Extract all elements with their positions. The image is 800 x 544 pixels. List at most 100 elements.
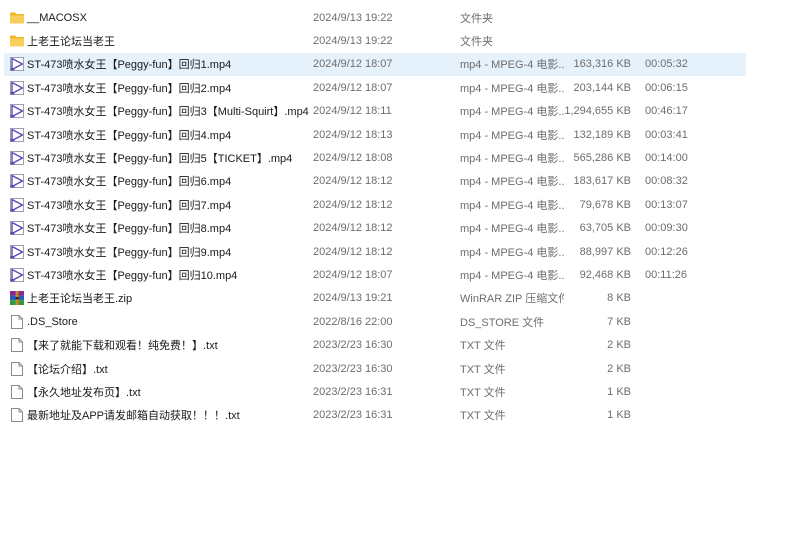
file-name: 【永久地址发布页】.txt bbox=[27, 386, 141, 399]
file-duration: 00:12:26 bbox=[645, 245, 688, 258]
file-row[interactable]: 【论坛介绍】.txt 2023/2/23 16:30 TXT 文件 2 KB bbox=[4, 357, 746, 380]
file-row[interactable]: 【来了就能下载和观看！纯免费！】.txt 2023/2/23 16:30 TXT 文… bbox=[4, 333, 746, 356]
file-row[interactable]: ST-473喷水女王【Peggy-fun】回归10.mp4 2024/9/12 1… bbox=[4, 263, 746, 286]
file-duration: 00:03:41 bbox=[645, 128, 688, 141]
file-size: 565,286 KB bbox=[573, 152, 632, 165]
video-file-icon bbox=[9, 173, 25, 189]
video-file-icon bbox=[9, 197, 25, 213]
video-file-icon bbox=[9, 220, 25, 236]
file-size: 2 KB bbox=[607, 362, 631, 375]
file-row[interactable]: ST-473喷水女王【Peggy-fun】回归2.mp4 2024/9/12 18… bbox=[4, 76, 746, 99]
file-size: 132,189 KB bbox=[573, 128, 632, 141]
video-file-icon bbox=[9, 103, 25, 119]
file-row[interactable]: 【永久地址发布页】.txt 2023/2/23 16:31 TXT 文件 1 KB bbox=[4, 380, 746, 403]
file-size: 63,705 KB bbox=[579, 222, 631, 235]
file-date-modified: 2024/9/13 19:21 bbox=[313, 292, 393, 305]
file-type: TXT 文件 bbox=[460, 410, 506, 423]
document-file-icon bbox=[9, 361, 25, 377]
file-size: 7 KB bbox=[607, 315, 631, 328]
video-file-icon bbox=[9, 127, 25, 143]
file-type: 文件夹 bbox=[460, 12, 493, 25]
file-row[interactable]: 上老王论坛当老王 2024/9/13 19:22 文件夹 bbox=[4, 29, 746, 52]
file-date-modified: 2023/2/23 16:30 bbox=[313, 362, 393, 375]
video-file-icon bbox=[9, 56, 25, 72]
file-type: TXT 文件 bbox=[460, 363, 506, 376]
document-file-icon bbox=[9, 407, 25, 423]
file-size: 163,316 KB bbox=[573, 58, 632, 71]
file-date-modified: 2023/2/23 16:31 bbox=[313, 409, 393, 422]
file-size: 92,468 KB bbox=[579, 268, 631, 281]
file-row[interactable]: 最新地址及APP请发邮箱自动获取！！！.txt 2023/2/23 16:31 TX… bbox=[4, 404, 746, 427]
file-type: mp4 - MPEG-4 电影... bbox=[460, 269, 564, 282]
file-date-modified: 2024/9/12 18:12 bbox=[313, 198, 393, 211]
file-type: TXT 文件 bbox=[460, 386, 506, 399]
file-size: 1 KB bbox=[607, 409, 631, 422]
file-name: 上老王论坛当老王.zip bbox=[27, 293, 133, 306]
file-row[interactable]: ST-473喷水女王【Peggy-fun】回归4.mp4 2024/9/12 18… bbox=[4, 123, 746, 146]
file-type: DS_STORE 文件 bbox=[460, 316, 545, 329]
file-type: mp4 - MPEG-4 电影... bbox=[460, 82, 564, 95]
file-name: 【论坛介绍】.txt bbox=[27, 363, 108, 376]
file-type: mp4 - MPEG-4 电影... bbox=[460, 129, 564, 142]
file-type: mp4 - MPEG-4 电影... bbox=[460, 153, 564, 166]
file-type: WinRAR ZIP 压缩文件 bbox=[460, 293, 564, 306]
file-duration: 00:11:26 bbox=[645, 268, 688, 281]
file-size: 88,997 KB bbox=[579, 245, 631, 258]
file-duration: 00:09:30 bbox=[645, 222, 688, 235]
file-size: 2 KB bbox=[607, 339, 631, 352]
file-duration: 00:08:32 bbox=[645, 175, 688, 188]
file-size: 183,617 KB bbox=[573, 175, 632, 188]
file-size: 203,144 KB bbox=[573, 81, 632, 94]
file-row[interactable]: ST-473喷水女王【Peggy-fun】回归6.mp4 2024/9/12 18… bbox=[4, 170, 746, 193]
file-name: ST-473喷水女王【Peggy-fun】回归5【TICKET】.mp4 bbox=[27, 153, 293, 166]
file-type: mp4 - MPEG-4 电影... bbox=[460, 176, 564, 189]
file-row[interactable]: ST-473喷水女王【Peggy-fun】回归8.mp4 2024/9/12 18… bbox=[4, 217, 746, 240]
file-type: mp4 - MPEG-4 电影... bbox=[460, 246, 564, 259]
document-file-icon bbox=[9, 337, 25, 353]
video-file-icon bbox=[9, 267, 25, 283]
file-name: __MACOSX bbox=[27, 11, 87, 24]
file-row[interactable]: ST-473喷水女王【Peggy-fun】回归3【Multi-Squirt】.m… bbox=[4, 100, 746, 123]
file-date-modified: 2024/9/12 18:12 bbox=[313, 175, 393, 188]
file-row[interactable]: ST-473喷水女王【Peggy-fun】回归7.mp4 2024/9/12 18… bbox=[4, 193, 746, 216]
file-date-modified: 2024/9/12 18:12 bbox=[313, 245, 393, 258]
file-name: 最新地址及APP请发邮箱自动获取！！！.txt bbox=[27, 410, 240, 423]
file-date-modified: 2022/8/16 22:00 bbox=[313, 315, 393, 328]
file-type: mp4 - MPEG-4 电影... bbox=[460, 223, 564, 236]
file-duration: 00:13:07 bbox=[645, 198, 688, 211]
file-size: 79,678 KB bbox=[579, 198, 631, 211]
file-name: ST-473喷水女王【Peggy-fun】回归9.mp4 bbox=[27, 246, 232, 259]
document-file-icon bbox=[9, 314, 25, 330]
file-row[interactable]: __MACOSX 2024/9/13 19:22 文件夹 bbox=[4, 6, 746, 29]
file-date-modified: 2024/9/12 18:13 bbox=[313, 128, 393, 141]
file-type: mp4 - MPEG-4 电影... bbox=[460, 106, 564, 119]
file-row[interactable]: .DS_Store 2022/8/16 22:00 DS_STORE 文件 7 KB bbox=[4, 310, 746, 333]
file-type: mp4 - MPEG-4 电影... bbox=[460, 199, 564, 212]
file-date-modified: 2023/2/23 16:31 bbox=[313, 385, 393, 398]
file-size: 8 KB bbox=[607, 292, 631, 305]
file-size: 1,294,655 KB bbox=[564, 105, 631, 118]
file-name: .DS_Store bbox=[27, 315, 78, 328]
file-duration: 00:05:32 bbox=[645, 58, 688, 71]
file-date-modified: 2023/2/23 16:30 bbox=[313, 339, 393, 352]
file-type: TXT 文件 bbox=[460, 340, 506, 353]
document-file-icon bbox=[9, 384, 25, 400]
file-date-modified: 2024/9/13 19:22 bbox=[313, 11, 393, 24]
file-duration: 00:14:00 bbox=[645, 152, 688, 165]
video-file-icon bbox=[9, 244, 25, 260]
file-list: __MACOSX 2024/9/13 19:22 文件夹 上老王论坛当老王 2024/9… bbox=[0, 0, 800, 544]
file-row[interactable]: 上老王论坛当老王.zip 2024/9/13 19:21 WinRAR ZIP 压缩… bbox=[4, 287, 746, 310]
file-row[interactable]: ST-473喷水女王【Peggy-fun】回归5【TICKET】.mp4 2024… bbox=[4, 146, 746, 169]
folder-icon bbox=[9, 33, 25, 49]
file-name: ST-473喷水女王【Peggy-fun】回归7.mp4 bbox=[27, 199, 232, 212]
video-file-icon bbox=[9, 150, 25, 166]
file-type: 文件夹 bbox=[460, 36, 493, 49]
file-duration: 00:46:17 bbox=[645, 105, 688, 118]
folder-icon bbox=[9, 10, 25, 26]
file-date-modified: 2024/9/12 18:07 bbox=[313, 268, 393, 281]
file-name: 【来了就能下载和观看！纯免费！】.txt bbox=[27, 340, 218, 353]
file-row[interactable]: ST-473喷水女王【Peggy-fun】回归1.mp4 2024/9/12 18… bbox=[4, 52, 746, 77]
file-date-modified: 2024/9/13 19:22 bbox=[313, 35, 393, 48]
file-date-modified: 2024/9/12 18:07 bbox=[313, 58, 393, 71]
file-row[interactable]: ST-473喷水女王【Peggy-fun】回归9.mp4 2024/9/12 18… bbox=[4, 240, 746, 263]
